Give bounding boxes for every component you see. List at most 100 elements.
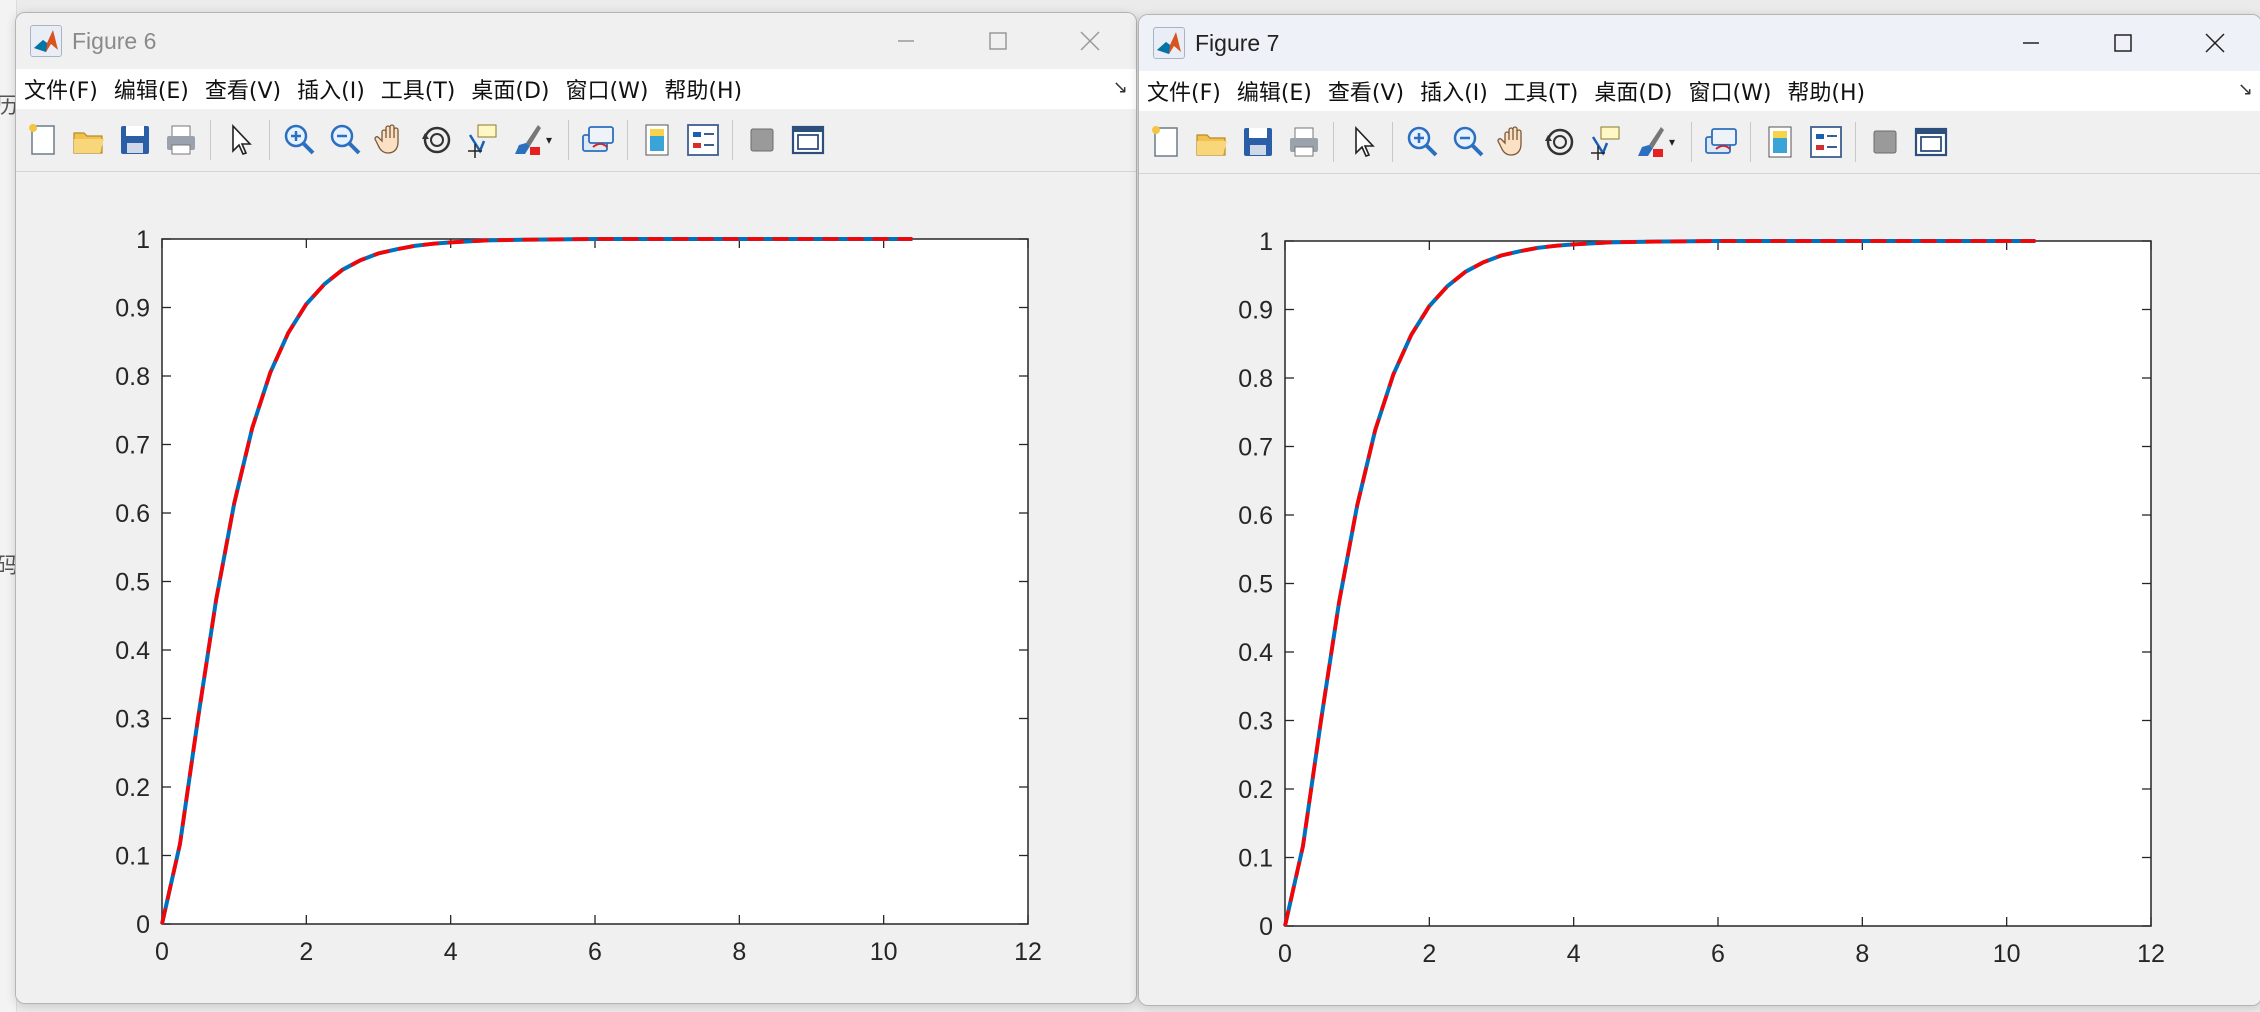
print-button[interactable] [162,121,200,159]
menu-insert[interactable]: 插入(I) [1420,75,1488,107]
zoom-in-button[interactable] [1403,123,1441,161]
plot-area[interactable]: 0 2 4 6 8 10 12 0 0.1 0.2 0.3 0.4 0.5 0.6 0.7 0.8 0.9 1 [16,172,1136,1003]
toolbar-separator [627,120,628,160]
title-bar[interactable]: Figure 7 [1139,15,2260,71]
pan-hand-icon [374,124,399,154]
brush-button[interactable] [1633,123,1671,161]
insert-colorbar-icon [1768,126,1792,158]
dock-arrow-icon[interactable]: ↘ [1113,77,1128,98]
menu-tools[interactable]: 工具(T) [1504,75,1579,107]
open-file-icon [1196,134,1227,156]
edit-plot-arrow-button[interactable] [221,121,259,159]
print-icon [1290,127,1318,157]
hide-plot-tools-button[interactable] [743,121,781,159]
menu-window[interactable]: 窗口(W) [1689,75,1772,107]
chart-canvas[interactable]: 0 2 4 6 8 10 12 0 0.1 0.2 0.3 0.4 0.5 0.6 0.7 0.8 0.9 1 [1139,174,2249,994]
insert-colorbar-icon [645,124,669,156]
maximize-button[interactable] [952,13,1044,69]
menu-help[interactable]: 帮助(H) [664,73,742,105]
pan-hand-button[interactable] [372,121,410,159]
data-cursor-icon [1591,126,1620,160]
maximize-icon [2114,34,2132,52]
y-tick-label: 0.6 [1238,502,1273,530]
figure-window-7[interactable]: Figure 7 文件(F) 编辑(E) 查看(V) 插入(I) 工具(T) 桌… [1138,14,2260,1006]
menu-view[interactable]: 查看(V) [1328,75,1404,107]
x-tick-label: 0 [155,938,169,966]
x-tick-label: 8 [1855,940,1869,968]
link-plot-button[interactable] [579,121,617,159]
minimize-button[interactable] [1985,15,2077,71]
open-file-button[interactable] [1193,123,1231,161]
insert-legend-icon [687,124,719,156]
new-figure-button[interactable] [1147,123,1185,161]
show-plot-tools-button[interactable] [1912,123,1950,161]
zoom-in-icon [1407,126,1438,157]
close-icon [2205,33,2225,53]
y-tick-label: 0 [1259,913,1273,941]
maximize-button[interactable] [2077,15,2169,71]
new-figure-icon [1152,126,1178,157]
x-tick-label: 2 [299,938,313,966]
close-button[interactable] [2169,15,2260,71]
menu-file[interactable]: 文件(F) [24,73,98,105]
save-button[interactable] [116,121,154,159]
title-bar[interactable]: Figure 6 [16,13,1136,69]
insert-colorbar-button[interactable] [1761,123,1799,161]
y-tick-label: 1 [136,226,150,254]
rotate-3d-button[interactable] [1541,123,1579,161]
data-cursor-button[interactable] [1587,123,1625,161]
matlab-logo-icon [1153,27,1185,59]
menu-desktop[interactable]: 桌面(D) [1594,75,1672,107]
print-button[interactable] [1285,123,1323,161]
hide-plot-tools-button[interactable] [1866,123,1904,161]
menu-edit[interactable]: 编辑(E) [1237,75,1312,107]
menu-edit[interactable]: 编辑(E) [114,73,189,105]
menu-tools[interactable]: 工具(T) [381,73,456,105]
insert-legend-button[interactable] [684,121,722,159]
show-plot-tools-button[interactable] [789,121,827,159]
dock-arrow-icon[interactable]: ↘ [2238,79,2253,100]
save-button[interactable] [1239,123,1277,161]
close-button[interactable] [1044,13,1136,69]
close-icon [1080,31,1100,51]
insert-colorbar-button[interactable] [638,121,676,159]
data-cursor-button[interactable] [464,121,502,159]
menu-desktop[interactable]: 桌面(D) [471,73,549,105]
toolbar-separator [568,120,569,160]
y-tick-label: 0 [136,911,150,939]
brush-button[interactable] [510,121,548,159]
toolbar-separator [269,120,270,160]
zoom-out-button[interactable] [326,121,364,159]
toolbar-separator [1333,122,1334,162]
menu-help[interactable]: 帮助(H) [1787,75,1865,107]
brush-dropdown-arrow-icon[interactable]: ▾ [546,133,558,147]
menu-insert[interactable]: 插入(I) [297,73,365,105]
x-tick-label: 4 [1567,940,1581,968]
save-icon [1244,128,1272,156]
menu-view[interactable]: 查看(V) [205,73,281,105]
y-tick-label: 0.1 [115,843,150,871]
pan-hand-button[interactable] [1495,123,1533,161]
print-icon [167,125,195,155]
toolbar-separator [1392,122,1393,162]
link-plot-button[interactable] [1702,123,1740,161]
y-tick-label: 0.4 [1238,639,1273,667]
minimize-button[interactable] [860,13,952,69]
chart-canvas[interactable]: 0 2 4 6 8 10 12 0 0.1 0.2 0.3 0.4 0.5 0.6 0.7 0.8 0.9 1 [16,172,1126,992]
zoom-out-button[interactable] [1449,123,1487,161]
insert-legend-button[interactable] [1807,123,1845,161]
menu-window[interactable]: 窗口(W) [566,73,649,105]
brush-dropdown-arrow-icon[interactable]: ▾ [1669,135,1681,149]
hide-plot-tools-icon [1873,130,1897,154]
figure-window-6[interactable]: Figure 6 文件(F) 编辑(E) 查看(V) 插入(I) 工具(T) 桌… [15,12,1137,1004]
plot-area[interactable]: 0 2 4 6 8 10 12 0 0.1 0.2 0.3 0.4 0.5 0.6 0.7 0.8 0.9 1 [1139,174,2260,1005]
menu-file[interactable]: 文件(F) [1147,75,1221,107]
edit-plot-arrow-button[interactable] [1344,123,1382,161]
zoom-in-button[interactable] [280,121,318,159]
show-plot-tools-icon [1914,127,1948,157]
open-file-button[interactable] [70,121,108,159]
minimize-icon [898,40,914,42]
new-figure-button[interactable] [24,121,62,159]
rotate-3d-button[interactable] [418,121,456,159]
menu-bar: 文件(F) 编辑(E) 查看(V) 插入(I) 工具(T) 桌面(D) 窗口(W… [16,69,1136,109]
